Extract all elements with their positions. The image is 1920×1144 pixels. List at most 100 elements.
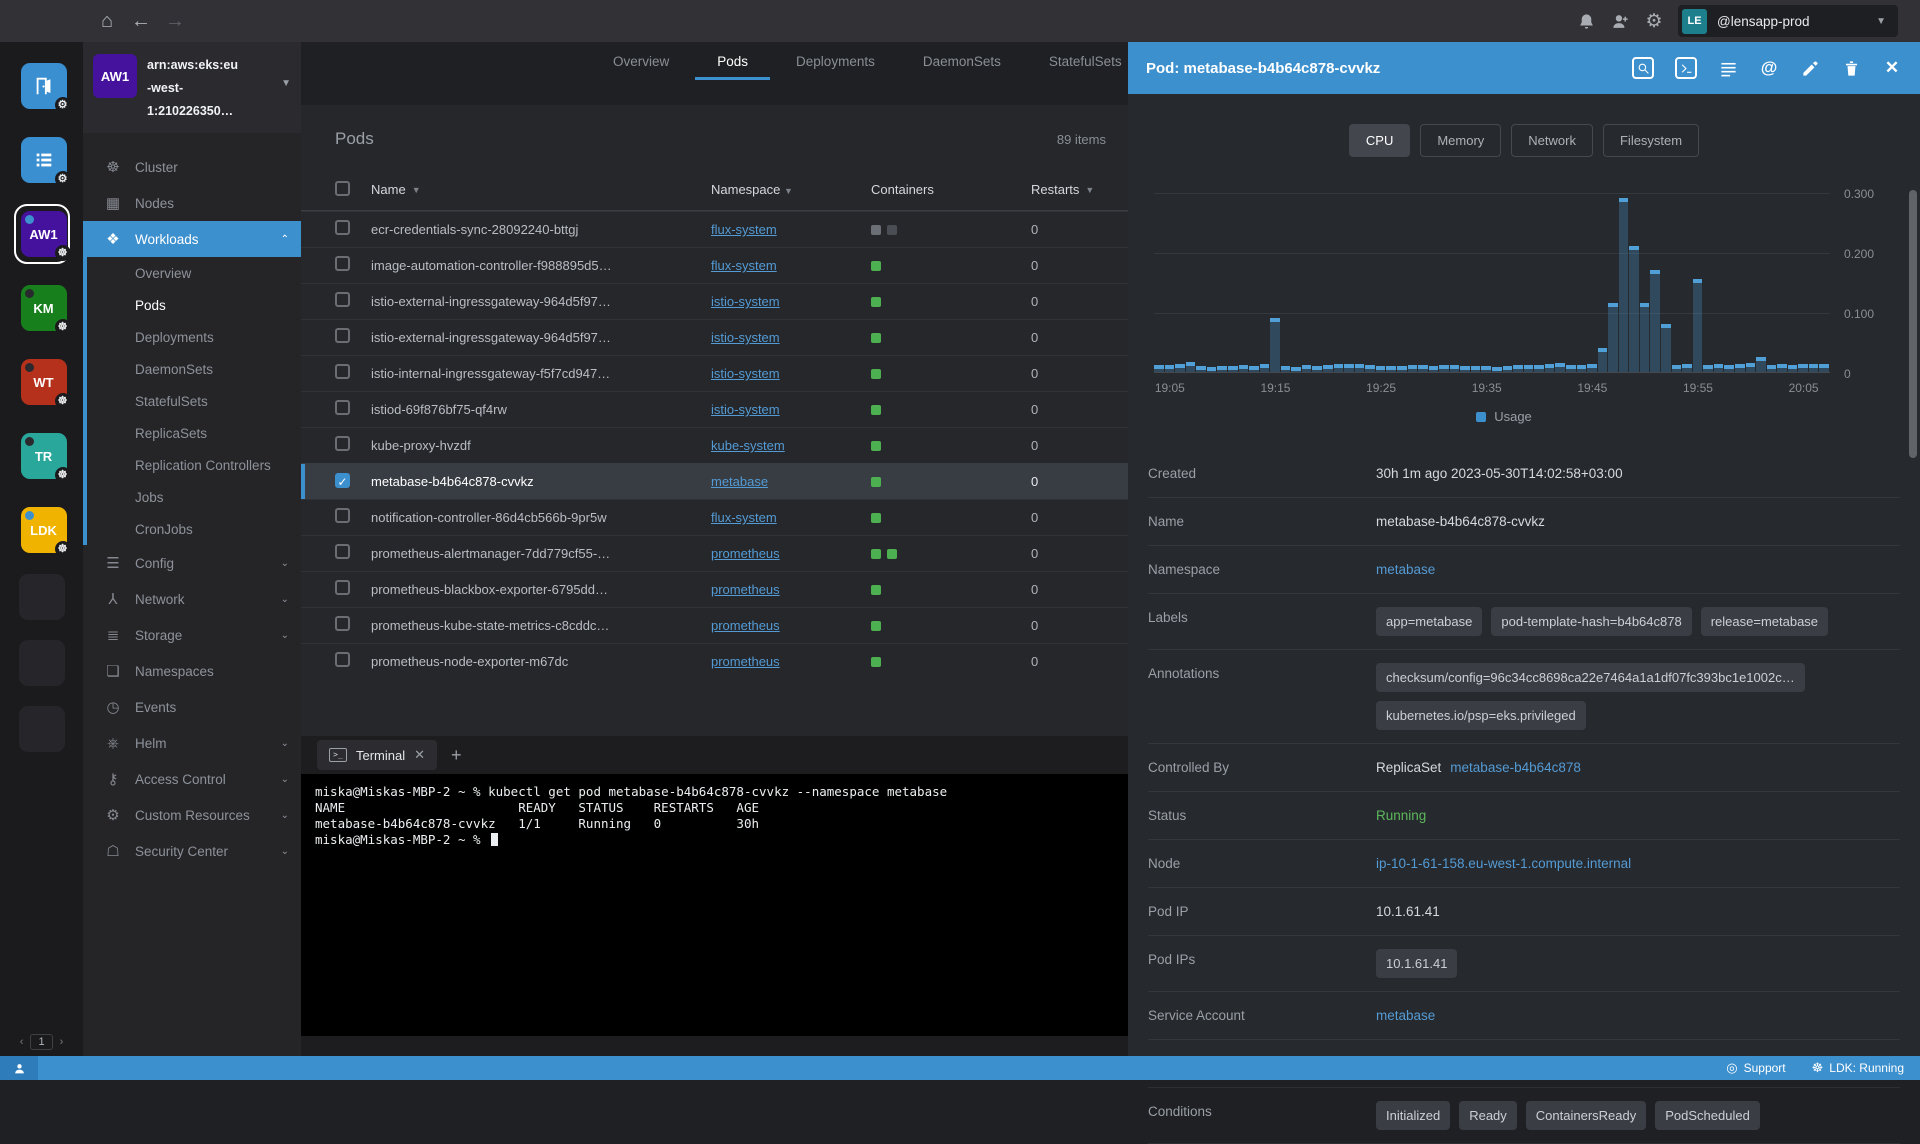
row-checkbox[interactable] [335,399,350,415]
settings-gear-icon[interactable]: ⚙ [1644,11,1664,32]
tab-overview[interactable]: Overview [591,42,691,80]
home-icon[interactable]: ⌂ [90,10,124,33]
metric-tab-memory[interactable]: Memory [1420,124,1502,157]
back-icon[interactable]: ← [124,10,158,33]
metric-tab-network[interactable]: Network [1511,124,1593,157]
forward-icon[interactable]: → [158,10,192,33]
detail-badge[interactable]: PodScheduled [1655,1101,1760,1130]
tab-daemonsets[interactable]: DaemonSets [901,42,1023,80]
sidebar-item-deployments[interactable]: Deployments [87,321,301,353]
new-terminal-button[interactable]: + [451,745,462,766]
sidebar-item-namespaces[interactable]: ❏ Namespaces [83,653,301,689]
detail-badge[interactable]: Initialized [1376,1101,1451,1130]
tab-pods[interactable]: Pods [695,42,770,80]
detail-link[interactable]: metabase [1376,559,1435,580]
hotbar-item-km[interactable]: KM ☸ [14,278,71,338]
namespace-link[interactable]: flux-system [711,258,777,273]
sidebar-item-daemonsets[interactable]: DaemonSets [87,353,301,385]
namespace-link[interactable]: istio-system [711,330,780,345]
notifications-icon[interactable] [1576,11,1596,31]
sidebar-item-cronjobs[interactable]: CronJobs [87,513,301,545]
detail-badge[interactable]: release=metabase [1700,607,1829,636]
table-row[interactable]: image-automation-controller-f988895d5… fl… [301,247,1128,283]
hotbar-item-aw1[interactable]: AW1 ☸ [13,204,71,264]
sort-caret-icon[interactable]: ▼ [784,186,793,196]
detail-badge[interactable]: pod-template-hash=b4b64c878 [1491,607,1692,636]
table-row[interactable]: prometheus-blackbox-exporter-6795dd… prom… [301,571,1128,607]
hotbar-item-lens-app[interactable]: ⚙ [14,56,71,116]
sidebar-item-access-control[interactable]: ⚷ Access Control ⌄ [83,761,301,797]
row-checkbox[interactable] [335,543,350,559]
detail-badge[interactable]: Ready [1459,1101,1517,1130]
table-row[interactable]: kube-proxy-hvzdf kube-system 0 [301,427,1128,463]
hotbar-prev-icon[interactable]: ‹ [20,1036,24,1048]
sidebar-item-cluster[interactable]: ☸ Cluster [83,149,301,185]
table-row[interactable]: notification-controller-86d4cb566b-9pr5w… [301,499,1128,535]
namespace-link[interactable]: prometheus [711,582,780,597]
namespace-link[interactable]: prometheus [711,546,780,561]
namespace-link[interactable]: prometheus [711,618,780,633]
detail-badge[interactable]: checksum/config=96c34cc8698ca22e7464a1a1… [1376,663,1805,692]
hotbar-next-icon[interactable]: › [60,1036,64,1048]
row-checkbox[interactable] [335,219,350,235]
tab-deployments[interactable]: Deployments [774,42,897,80]
edit-icon[interactable] [1800,58,1820,78]
tab-statefulsets[interactable]: StatefulSets [1027,42,1128,80]
hotbar-item-wt[interactable]: WT ☸ [14,352,71,412]
detail-link[interactable]: metabase-b4b64c878 [1450,757,1581,778]
detail-badge[interactable]: ContainersReady [1525,1101,1647,1130]
sidebar-item-storage[interactable]: ≣ Storage ⌄ [83,617,301,653]
table-row[interactable]: prometheus-kube-state-metrics-c8cddc… pro… [301,607,1128,643]
sidebar-item-events[interactable]: ◷ Events [83,689,301,725]
sidebar-item-config[interactable]: ☰ Config ⌄ [83,545,301,581]
table-row[interactable]: prometheus-node-exporter-m67dc prometheus… [301,643,1128,679]
detail-badge[interactable]: kubernetes.io/psp=eks.privileged [1376,701,1586,730]
close-icon[interactable]: ✕ [1882,58,1902,78]
detail-badge[interactable]: app=metabase [1376,607,1483,636]
table-row[interactable]: prometheus-alertmanager-7dd779cf55-… prom… [301,535,1128,571]
row-checkbox[interactable] [335,363,350,379]
metric-tab-filesystem[interactable]: Filesystem [1602,124,1700,157]
cluster-picker[interactable]: AW1 arn:aws:eks:eu -west- 1:210226350… ▼ [83,42,301,133]
sidebar-item-nodes[interactable]: ▦ Nodes [83,185,301,221]
namespace-link[interactable]: istio-system [711,366,780,381]
namespace-link[interactable]: istio-system [711,294,780,309]
table-row[interactable]: ecr-credentials-sync-28092240-bttgj flux-… [301,211,1128,247]
hotbar-item-catalog[interactable]: ⚙ [14,130,71,190]
row-checkbox[interactable] [335,615,350,631]
select-all-checkbox[interactable] [335,180,350,196]
chart-legend[interactable]: Usage [1154,409,1854,424]
sidebar-item-helm[interactable]: ⎈ Helm ⌄ [83,725,301,761]
user-mode-button[interactable] [0,1056,38,1080]
row-checkbox[interactable]: ✓ [335,472,350,489]
namespace-link[interactable]: istio-system [711,402,780,417]
row-checkbox[interactable] [335,579,350,595]
detail-link[interactable]: ip-10-1-61-158.eu-west-1.compute.interna… [1376,853,1631,874]
invite-user-icon[interactable] [1610,11,1630,31]
terminal-output[interactable]: miska@Miskas-MBP-2 ~ % kubectl get pod m… [301,774,1128,1036]
table-row[interactable]: istio-external-ingressgateway-964d5f97… i… [301,319,1128,355]
detail-link[interactable]: metabase [1376,1005,1435,1026]
metric-tab-cpu[interactable]: CPU [1348,124,1411,157]
pod-logs-icon[interactable] [1718,58,1738,78]
row-checkbox[interactable] [335,291,350,307]
table-row[interactable]: istiod-69f876bf75-qf4rw istio-system 0 [301,391,1128,427]
row-checkbox[interactable] [335,255,350,271]
row-checkbox[interactable] [335,507,350,523]
support-link[interactable]: ◎ Support [1726,1060,1785,1076]
namespace-link[interactable]: prometheus [711,654,780,669]
sidebar-item-overview[interactable]: Overview [87,257,301,289]
cluster-status[interactable]: ☸ LDK: Running [1812,1060,1904,1076]
sidebar-item-jobs[interactable]: Jobs [87,481,301,513]
sidebar-item-custom-resources[interactable]: ⚙ Custom Resources ⌄ [83,797,301,833]
row-checkbox[interactable] [335,435,350,451]
sidebar-item-network[interactable]: ⅄ Network ⌄ [83,581,301,617]
row-checkbox[interactable] [335,651,350,667]
scrollbar[interactable] [1909,190,1917,458]
detail-badge[interactable]: 10.1.61.41 [1376,949,1458,978]
delete-icon[interactable] [1841,58,1861,78]
account-selector[interactable]: LE @lensapp-prod ▼ [1678,5,1898,37]
sidebar-item-replication-controllers[interactable]: Replication Controllers [87,449,301,481]
close-icon[interactable]: ✕ [414,747,425,763]
hotbar-item-ldk[interactable]: LDK ☸ [14,500,71,560]
